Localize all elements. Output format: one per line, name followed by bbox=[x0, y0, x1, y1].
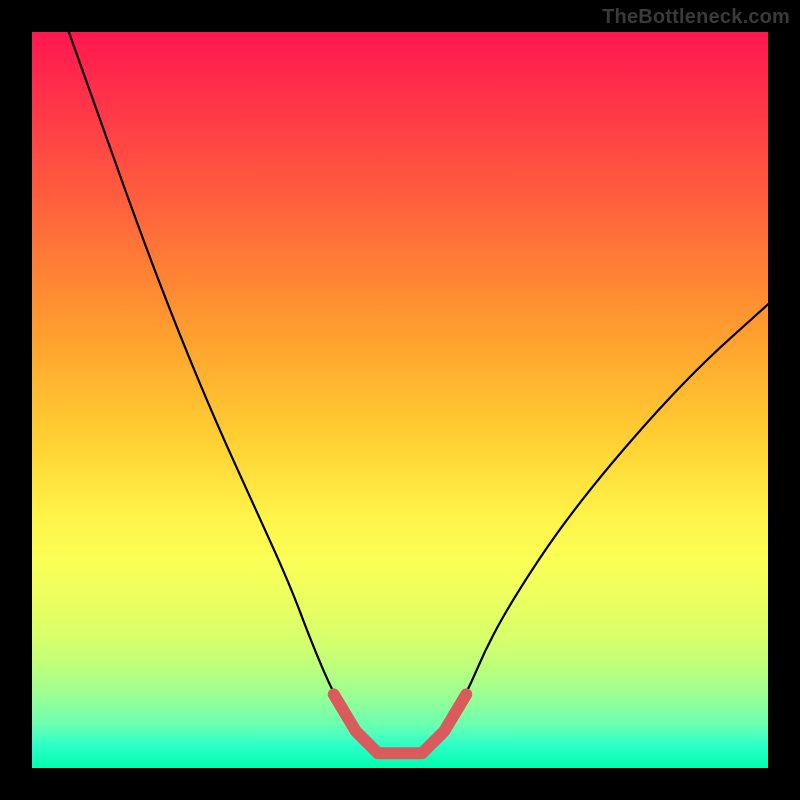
chart-plot-area bbox=[32, 32, 768, 768]
chart-frame: TheBottleneck.com bbox=[0, 0, 800, 800]
sweet-spot-marker bbox=[334, 694, 466, 753]
chart-svg bbox=[32, 32, 768, 768]
bottleneck-curve bbox=[69, 32, 768, 753]
watermark-text: TheBottleneck.com bbox=[602, 6, 790, 29]
